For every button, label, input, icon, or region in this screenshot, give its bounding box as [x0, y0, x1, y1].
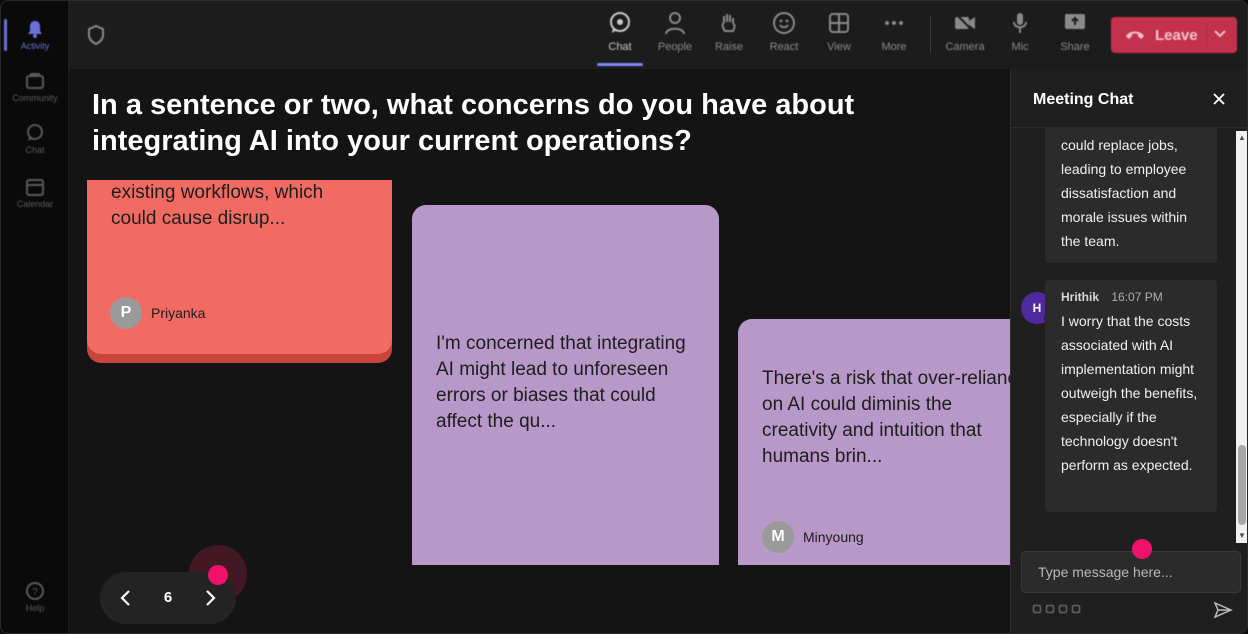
community-icon: [26, 72, 44, 89]
people-label: People: [657, 41, 693, 53]
message-text: could replace jobs, leading to employee …: [1061, 137, 1188, 249]
share-label: Share: [1060, 41, 1090, 53]
card-author: P Priyanka: [110, 297, 205, 329]
chat-scrollbar[interactable]: ▲ ▼: [1236, 131, 1247, 543]
grid-view-icon: [829, 13, 849, 33]
chat-message-input[interactable]: [1021, 551, 1241, 593]
response-card[interactable]: I'm concerned that integrating AI might …: [412, 205, 719, 565]
raise-hand-button[interactable]: Raise: [702, 11, 756, 63]
view-label: View: [827, 41, 851, 53]
chat-title: Meeting Chat: [1033, 91, 1134, 108]
chat-label: Chat: [608, 41, 632, 53]
microphone-icon: [1013, 13, 1027, 33]
leave-divider: [1206, 23, 1207, 47]
help-icon: ?: [26, 581, 44, 600]
chat-bubble-icon: [610, 12, 630, 33]
card-text: There's a risk that over-reliance on AI …: [762, 368, 1010, 467]
send-icon[interactable]: [1213, 600, 1233, 620]
bell-icon: [28, 20, 42, 38]
hang-up-icon: [1126, 31, 1144, 39]
mic-label: Mic: [1011, 41, 1029, 53]
raise-hand-icon: [721, 14, 736, 32]
rail-calendar[interactable]: Calendar: [1, 167, 69, 219]
message-meta: Hrithik 16:07 PM: [1061, 289, 1201, 305]
message-time: 16:07 PM: [1111, 290, 1163, 304]
response-card[interactable]: There's a risk that over-reliance on AI …: [738, 319, 1010, 565]
author-name: Priyanka: [151, 305, 206, 321]
rail-label: Help: [25, 602, 45, 613]
more-button[interactable]: More: [867, 11, 921, 63]
share-button[interactable]: Share: [1048, 11, 1102, 63]
chevron-right-icon[interactable]: [200, 588, 220, 608]
pointer-dot: [208, 565, 228, 585]
more-icon: [885, 21, 903, 25]
chat-message: could replace jobs, leading to employee …: [1045, 128, 1217, 263]
gif-icon[interactable]: [1072, 605, 1080, 613]
chat-icon: [27, 123, 43, 141]
rail-chat[interactable]: Chat: [1, 113, 69, 165]
rail-label: Calendar: [16, 198, 54, 209]
people-icon: [665, 12, 685, 35]
calendar-icon: [26, 178, 44, 196]
card-text: I'm concerned that integrating AI might …: [436, 333, 686, 432]
scroll-down-arrow[interactable]: ▼: [1238, 531, 1246, 540]
chevron-left-icon[interactable]: [116, 588, 136, 608]
smiley-icon: [773, 12, 795, 34]
chat-message: Hrithik 16:07 PM I worry that the costs …: [1045, 280, 1217, 512]
meeting-toolbar: Chat People Raise React View More Camera: [69, 1, 1247, 69]
chat-button[interactable]: Chat: [593, 11, 647, 63]
scroll-thumb[interactable]: [1238, 445, 1246, 525]
active-tab-indicator: [597, 63, 643, 66]
people-button[interactable]: People: [648, 11, 702, 63]
mic-button[interactable]: Mic: [993, 11, 1047, 63]
emoji-icon[interactable]: [1059, 605, 1067, 613]
page-number: 6: [163, 589, 173, 606]
presentation-stage: In a sentence or two, what concerns do y…: [69, 69, 1010, 633]
card-text: existing workflows, which could cause di…: [111, 182, 324, 229]
more-label: More: [881, 41, 907, 53]
response-card[interactable]: existing workflows, which could cause di…: [87, 180, 392, 363]
format-icon[interactable]: [1033, 605, 1041, 613]
leave-label: Leave: [1155, 26, 1198, 44]
shield-icon[interactable]: [87, 25, 105, 45]
rail-label: Activity: [20, 40, 50, 51]
react-label: React: [769, 41, 799, 53]
rail-label: Chat: [25, 144, 45, 155]
close-icon[interactable]: [1211, 91, 1227, 107]
author-name: Minyoung: [803, 529, 864, 545]
react-button[interactable]: React: [757, 11, 811, 63]
camera-label: Camera: [945, 41, 985, 53]
avatar: M: [762, 521, 794, 553]
raise-label: Raise: [714, 41, 744, 53]
meeting-chat-panel: Meeting Chat could replace jobs, leading…: [1010, 69, 1247, 633]
toolbar-divider: [930, 17, 931, 53]
leave-button[interactable]: Leave: [1111, 17, 1237, 53]
card-face: existing workflows, which could cause di…: [87, 180, 392, 354]
chevron-down-icon[interactable]: [1213, 29, 1227, 39]
camera-off-icon: [955, 13, 975, 33]
rail-activity[interactable]: Activity: [1, 9, 69, 61]
scroll-up-arrow[interactable]: ▲: [1238, 133, 1246, 142]
svg-text:?: ?: [32, 587, 38, 598]
card-author: M Minyoung: [762, 521, 864, 553]
share-screen-icon: [1065, 14, 1085, 29]
message-text: I worry that the costs associated with A…: [1061, 313, 1198, 473]
sender-name: Hrithik: [1061, 290, 1100, 304]
rail-community[interactable]: Community: [1, 61, 69, 113]
question-title: In a sentence or two, what concerns do y…: [92, 89, 855, 157]
view-button[interactable]: View: [812, 11, 866, 63]
format-toolbar: [1033, 605, 1080, 613]
rail-help[interactable]: ? Help: [1, 571, 69, 623]
avatar: P: [110, 297, 142, 329]
rail-label: Community: [12, 92, 58, 103]
camera-button[interactable]: Camera: [938, 11, 992, 63]
meeting-window: Activity Community Chat Calendar ? Help …: [0, 0, 1248, 634]
app-rail: Activity Community Chat Calendar ? Help: [1, 1, 69, 633]
pointer-dot: [1132, 539, 1152, 559]
attach-icon[interactable]: [1046, 605, 1054, 613]
